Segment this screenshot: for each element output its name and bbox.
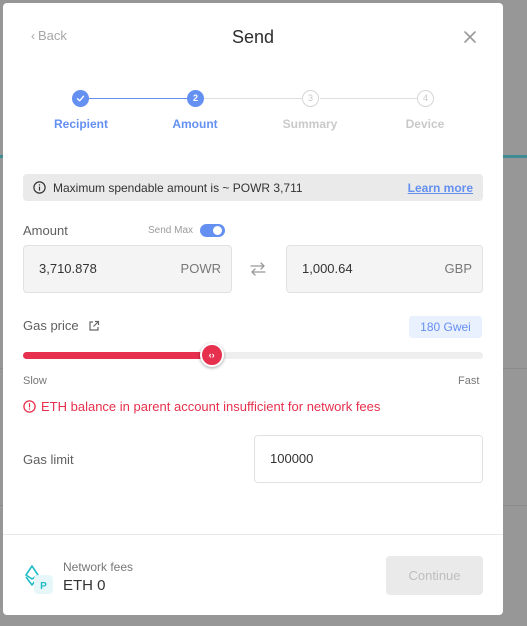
info-banner: Maximum spendable amount is ~ POWR 3,711… bbox=[23, 174, 483, 201]
fiat-amount-input[interactable]: 1,000.64 GBP bbox=[286, 245, 483, 293]
learn-more-link[interactable]: Learn more bbox=[408, 181, 473, 195]
info-text: Maximum spendable amount is ~ POWR 3,711 bbox=[53, 181, 303, 195]
ethereum-coin-icon: P bbox=[25, 565, 53, 594]
step-label-summary: Summary bbox=[282, 117, 338, 131]
step-label-device: Device bbox=[405, 117, 445, 131]
step-connector bbox=[89, 98, 195, 99]
network-fees-label: Network fees bbox=[63, 560, 134, 574]
crypto-unit: POWR bbox=[180, 261, 221, 276]
close-icon[interactable] bbox=[461, 28, 479, 46]
fiat-amount-value: 1,000.64 bbox=[302, 261, 353, 276]
gas-price-slider-thumb[interactable]: ‹› bbox=[199, 343, 224, 367]
step-1-dot bbox=[72, 90, 89, 107]
gas-limit-label: Gas limit bbox=[23, 452, 74, 467]
swap-icon[interactable] bbox=[249, 262, 267, 276]
gas-price-badge: 180 Gwei bbox=[409, 316, 482, 338]
send-modal: ‹ Back Send 2 3 4 Recipient Amount Summar… bbox=[3, 3, 503, 615]
stepper: 2 3 4 Recipient Amount Summary Device bbox=[3, 88, 503, 138]
step-connector bbox=[320, 98, 418, 99]
toggle-knob bbox=[213, 226, 222, 235]
gas-limit-value: 100000 bbox=[270, 451, 314, 466]
crypto-amount-input[interactable]: 3,710.878 POWR bbox=[23, 245, 232, 293]
slider-max-label: Fast bbox=[458, 375, 480, 387]
svg-text:P: P bbox=[40, 581, 47, 592]
crypto-amount-value: 3,710.878 bbox=[39, 261, 97, 276]
send-max-label: Send Max bbox=[148, 225, 194, 236]
footer-divider bbox=[3, 534, 503, 535]
error-message: ETH balance in parent account insufficie… bbox=[23, 399, 380, 414]
fiat-unit: GBP bbox=[444, 261, 472, 276]
step-3-dot: 3 bbox=[302, 90, 319, 107]
gas-price-slider-track[interactable] bbox=[23, 352, 483, 359]
external-link-icon[interactable] bbox=[88, 320, 100, 332]
network-fees-value: ETH 0 bbox=[63, 577, 106, 594]
error-text: ETH balance in parent account insufficie… bbox=[41, 399, 381, 414]
amount-label: Amount bbox=[23, 223, 68, 238]
continue-button[interactable]: Continue bbox=[386, 556, 483, 595]
error-icon bbox=[23, 400, 36, 413]
info-icon bbox=[33, 181, 46, 194]
step-label-recipient: Recipient bbox=[53, 117, 108, 131]
step-connector bbox=[204, 98, 302, 99]
gas-limit-input[interactable]: 100000 bbox=[254, 435, 483, 483]
slider-min-label: Slow bbox=[23, 375, 47, 387]
step-4-dot: 4 bbox=[417, 90, 434, 107]
step-2-dot: 2 bbox=[187, 90, 204, 107]
gas-price-label: Gas price bbox=[23, 318, 79, 333]
gas-price-slider-fill bbox=[23, 352, 212, 359]
send-max-toggle[interactable] bbox=[200, 224, 225, 237]
step-label-amount: Amount bbox=[172, 117, 218, 131]
modal-title: Send bbox=[231, 27, 275, 47]
check-icon bbox=[76, 95, 85, 102]
slider-arrows-icon: ‹› bbox=[208, 350, 215, 360]
